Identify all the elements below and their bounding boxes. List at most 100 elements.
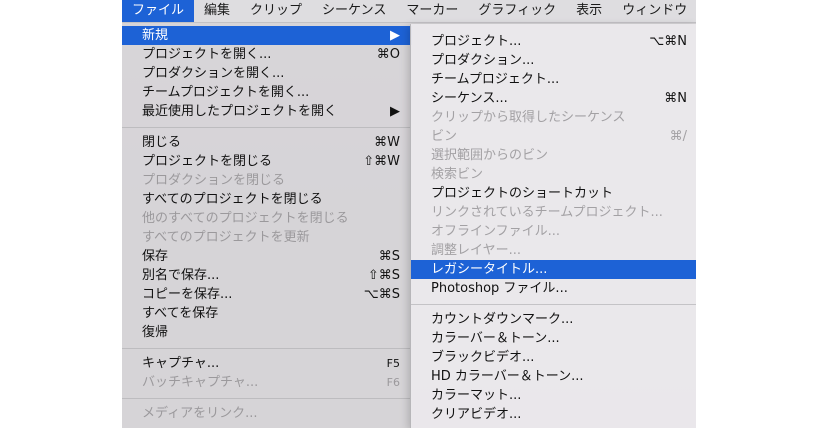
menu-item-shortcut: ⌘N xyxy=(664,91,687,106)
menu-item-label: メディアをリンク... xyxy=(142,406,258,421)
menu-item-label: カラーバー＆トーン... xyxy=(431,331,560,346)
menu-item-label: 最近使用したプロジェクトを開く xyxy=(142,104,338,119)
menu-item-close-production: プロダクションを閉じる xyxy=(122,171,412,190)
menu-item-shortcut: ⌘/ xyxy=(669,129,687,144)
menu-sequence[interactable]: シーケンス xyxy=(312,0,396,22)
menu-item-save[interactable]: 保存 ⌘S xyxy=(122,247,412,266)
menu-item-shortcut: F6 xyxy=(386,376,400,389)
menu-item-shortcut: ⌥⌘S xyxy=(363,287,400,302)
menu-item-label: ブラックビデオ... xyxy=(431,350,535,365)
menu-item-close-project[interactable]: プロジェクトを閉じる ⇧⌘W xyxy=(122,152,412,171)
menu-item-label: 調整レイヤー... xyxy=(431,243,522,258)
menu-item-shortcut: ⇧⌘S xyxy=(367,268,400,283)
submenu-item-sequence-from-clip: クリップから取得したシーケンス xyxy=(411,108,696,127)
menu-item-label: リンクされているチームプロジェクト... xyxy=(431,205,663,220)
menu-item-label: プロダクションを開く... xyxy=(142,66,285,81)
submenu-item-clear-video[interactable]: クリアビデオ... xyxy=(411,405,696,424)
menu-item-label: チームプロジェクトを開く... xyxy=(142,85,310,100)
menu-item-label: プロジェクトを閉じる xyxy=(142,154,273,169)
menu-item-label: オフラインファイル... xyxy=(431,224,561,239)
menu-item-label: 新規 xyxy=(142,28,169,43)
menu-graphics[interactable]: グラフィック xyxy=(468,0,566,22)
menu-item-shortcut: F5 xyxy=(386,357,400,370)
menu-window[interactable]: ウィンドウ xyxy=(612,0,696,22)
menu-item-capture[interactable]: キャプチャ... F5 xyxy=(122,354,412,373)
menu-item-label: HD カラーバー＆トーン... xyxy=(431,369,584,384)
menu-item-save-as[interactable]: 別名で保存... ⇧⌘S xyxy=(122,266,412,285)
menu-item-label: プロダクションを閉じる xyxy=(142,173,286,188)
menu-item-label: 検索ビン xyxy=(431,167,484,182)
menu-separator xyxy=(122,348,412,349)
menu-item-label: すべてのプロジェクトを閉じる xyxy=(142,192,323,207)
menu-item-close-all-projects[interactable]: すべてのプロジェクトを閉じる xyxy=(122,190,412,209)
menu-item-close-other-projects: 他のすべてのプロジェクトを閉じる xyxy=(122,209,412,228)
menu-item-label: 他のすべてのプロジェクトを閉じる xyxy=(142,211,349,226)
menu-item-save-copy[interactable]: コピーを保存... ⌥⌘S xyxy=(122,285,412,304)
menu-item-label: チームプロジェクト... xyxy=(431,72,560,87)
menu-item-label: 復帰 xyxy=(142,325,169,340)
menu-item-shortcut: ⌥⌘N xyxy=(649,34,687,49)
menu-item-label: すべてのプロジェクトを更新 xyxy=(142,230,310,245)
submenu-item-sequence[interactable]: シーケンス... ⌘N xyxy=(411,89,696,108)
menu-item-label: コピーを保存... xyxy=(142,287,233,302)
menu-separator xyxy=(122,398,412,399)
menu-item-open-team-project[interactable]: チームプロジェクトを開く... xyxy=(122,83,412,102)
menu-clip[interactable]: クリップ xyxy=(240,0,312,22)
new-submenu: プロジェクト... ⌥⌘N プロダクション... チームプロジェクト... シー… xyxy=(410,24,696,428)
menu-bar: ファイル 編集 クリップ シーケンス マーカー グラフィック 表示 ウィンドウ … xyxy=(122,0,696,23)
submenu-arrow-icon: ▶ xyxy=(390,104,400,119)
menu-item-label: Photoshop ファイル... xyxy=(431,281,568,296)
submenu-item-bars-tone[interactable]: カラーバー＆トーン... xyxy=(411,329,696,348)
menu-item-save-all[interactable]: すべてを保存 xyxy=(122,304,412,323)
menu-item-label: クリアビデオ... xyxy=(431,407,522,422)
menu-view[interactable]: 表示 xyxy=(566,0,612,22)
menu-marker[interactable]: マーカー xyxy=(396,0,468,22)
submenu-item-team-project[interactable]: チームプロジェクト... xyxy=(411,70,696,89)
submenu-item-search-bin: 検索ビン xyxy=(411,165,696,184)
menu-item-label: 別名で保存... xyxy=(142,268,220,283)
menu-item-label: クリップから取得したシーケンス xyxy=(431,110,626,125)
submenu-item-project[interactable]: プロジェクト... ⌥⌘N xyxy=(411,32,696,51)
menu-item-batch-capture: バッチキャプチャ... F6 xyxy=(122,373,412,392)
menu-item-revert[interactable]: 復帰 xyxy=(122,323,412,342)
submenu-item-bin: ビン ⌘/ xyxy=(411,127,696,146)
menu-item-label: 閉じる xyxy=(142,135,182,150)
menu-item-new[interactable]: 新規 ▶ xyxy=(122,26,412,45)
menu-item-label: すべてを保存 xyxy=(142,306,219,321)
menu-item-label: バッチキャプチャ... xyxy=(142,375,259,390)
menu-item-label: プロダクション... xyxy=(431,53,535,68)
submenu-item-countdown[interactable]: カウントダウンマーク... xyxy=(411,310,696,329)
menu-item-close[interactable]: 閉じる ⌘W xyxy=(122,133,412,152)
menu-item-open-project[interactable]: プロジェクトを開く... ⌘O xyxy=(122,45,412,64)
menu-item-label: シーケンス... xyxy=(431,91,508,106)
menu-separator xyxy=(122,127,412,128)
menu-separator xyxy=(411,304,696,305)
submenu-item-photoshop-file[interactable]: Photoshop ファイル... xyxy=(411,279,696,298)
submenu-item-black-video[interactable]: ブラックビデオ... xyxy=(411,348,696,367)
menu-item-label: レガシータイトル... xyxy=(431,262,548,277)
menu-item-label: カラーマット... xyxy=(431,388,522,403)
menu-item-label: ビン xyxy=(431,129,458,144)
file-menu: 新規 ▶ プロジェクトを開く... ⌘O プロダクションを開く... チームプロ… xyxy=(122,23,412,428)
submenu-item-bin-from-selection: 選択範囲からのビン xyxy=(411,146,696,165)
submenu-item-color-matte[interactable]: カラーマット... xyxy=(411,386,696,405)
menu-item-label: プロジェクト... xyxy=(431,34,522,49)
menu-item-refresh-all-projects: すべてのプロジェクトを更新 xyxy=(122,228,412,247)
submenu-item-production[interactable]: プロダクション... xyxy=(411,51,696,70)
menu-item-label: 選択範囲からのビン xyxy=(431,148,549,163)
submenu-item-offline-file: オフラインファイル... xyxy=(411,222,696,241)
menu-item-open-production[interactable]: プロダクションを開く... xyxy=(122,64,412,83)
menu-item-label: カウントダウンマーク... xyxy=(431,312,574,327)
menu-file[interactable]: ファイル xyxy=(122,0,195,22)
submenu-item-hd-bars-tone[interactable]: HD カラーバー＆トーン... xyxy=(411,367,696,386)
menu-item-label: プロジェクトを開く... xyxy=(142,47,272,62)
menu-item-open-recent[interactable]: 最近使用したプロジェクトを開く ▶ xyxy=(122,102,412,121)
menu-item-shortcut: ⌘W xyxy=(374,135,400,150)
submenu-item-legacy-title[interactable]: レガシータイトル... xyxy=(411,260,696,279)
submenu-item-project-shortcut[interactable]: プロジェクトのショートカット xyxy=(411,184,696,203)
menu-item-label: プロジェクトのショートカット xyxy=(431,186,614,201)
menu-item-label: キャプチャ... xyxy=(142,356,220,371)
screenshot-area: ファイル 編集 クリップ シーケンス マーカー グラフィック 表示 ウィンドウ … xyxy=(122,0,696,428)
menu-edit[interactable]: 編集 xyxy=(194,0,240,22)
submenu-item-linked-team-project: リンクされているチームプロジェクト... xyxy=(411,203,696,222)
